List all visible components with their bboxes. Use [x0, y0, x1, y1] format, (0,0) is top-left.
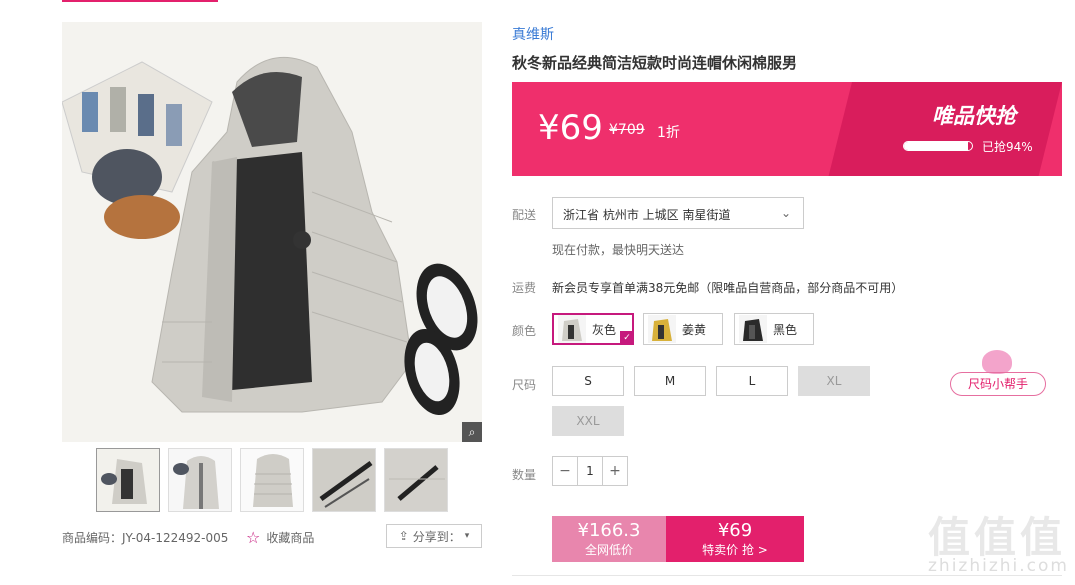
sold-progress-fill: [904, 142, 968, 150]
share-label: 分享到：: [412, 529, 461, 544]
quantity-input[interactable]: 1: [577, 457, 603, 485]
thumbnail-5[interactable]: [384, 448, 448, 512]
address-value: 浙江省 杭州市 上城区 南星街道: [563, 208, 731, 222]
star-icon: ☆: [246, 528, 261, 547]
discount-label: 1折: [657, 125, 680, 141]
buy-now-button[interactable]: ¥69 特卖价 抢 >: [666, 516, 804, 562]
thumbnail-3[interactable]: [240, 448, 304, 512]
thumbnail-4[interactable]: [312, 448, 376, 512]
color-swatch-gray: [558, 315, 586, 343]
size-helper-button[interactable]: 尺码小帮手: [950, 372, 1046, 396]
main-product-image[interactable]: ⌕: [62, 22, 482, 442]
sold-progress-bar: [903, 141, 973, 151]
size-option-s[interactable]: S: [552, 366, 624, 396]
thumbnail-strip: [96, 448, 448, 512]
mascot-icon: [982, 350, 1012, 374]
size-label: 尺码: [512, 378, 537, 392]
check-icon: ✓: [620, 331, 634, 345]
address-select[interactable]: 浙江省 杭州市 上城区 南星街道 ⌄: [552, 197, 804, 229]
share-dropdown[interactable]: ⇪ 分享到： ▾: [386, 524, 482, 548]
color-swatch-ginger: [648, 315, 676, 343]
sku-code: 商品编码：JY-04-122492-005: [62, 531, 229, 545]
size-option-xl: XL: [798, 366, 870, 396]
color-option-ginger[interactable]: 姜黄: [643, 313, 723, 345]
thumbnail-1[interactable]: [96, 448, 160, 512]
caret-down-icon: ▾: [464, 531, 470, 541]
size-option-m[interactable]: M: [634, 366, 706, 396]
watermark-url: zhizhizhi.com: [928, 556, 1069, 576]
favorite-button[interactable]: ☆ 收藏商品: [246, 528, 314, 547]
delivery-label: 配送: [512, 208, 537, 222]
shipping-text: 新会员专享首单满38元免邮（限唯品自营商品，部分商品不可用）: [552, 281, 904, 295]
color-swatch-black: [739, 315, 767, 343]
favorite-label: 收藏商品: [266, 531, 315, 545]
brand-link[interactable]: 真维斯: [512, 24, 554, 44]
sold-percent: 已抢94%: [982, 140, 1033, 154]
flash-sale-label: 唯品快抢: [932, 104, 1016, 128]
color-option-label: 姜黄: [682, 322, 707, 337]
sale-price: ¥69: [538, 108, 603, 148]
buy-price: ¥69: [717, 520, 753, 541]
net-low-price-button[interactable]: ¥166.3 全网低价: [552, 516, 666, 562]
quantity-stepper: − 1 +: [552, 456, 628, 486]
net-price-label: 全网低价: [584, 543, 633, 557]
color-label: 颜色: [512, 324, 537, 338]
quantity-label: 数量: [512, 468, 537, 482]
product-meta-row: 商品编码：JY-04-122492-005 ☆ 收藏商品 ⇪ 分享到： ▾: [62, 524, 482, 550]
size-option-l[interactable]: L: [716, 366, 788, 396]
buy-label: 特卖价 抢 >: [702, 543, 768, 557]
jacket-photo: [62, 22, 482, 442]
active-tab-indicator: [62, 0, 218, 2]
delivery-note: 现在付款，最快明天送达: [552, 243, 685, 257]
color-option-black[interactable]: 黑色: [734, 313, 814, 345]
product-title: 秋冬新品经典简洁短款时尚连帽休闲棉服男: [512, 54, 798, 72]
color-option-label: 黑色: [773, 322, 798, 337]
share-icon: ⇪: [398, 529, 409, 543]
color-option-label: 灰色: [592, 322, 617, 337]
quantity-decrease-button[interactable]: −: [553, 457, 577, 485]
flash-sale-banner: ¥69 ¥709 1折 唯品快抢 已抢94%: [512, 82, 1062, 176]
original-price: ¥709: [609, 122, 645, 138]
chevron-down-icon: ⌄: [780, 206, 791, 220]
quantity-increase-button[interactable]: +: [603, 457, 627, 485]
shipping-label: 运费: [512, 281, 537, 295]
color-option-gray[interactable]: 灰色 ✓: [552, 313, 634, 345]
size-option-xxl: XXL: [552, 406, 624, 436]
thumbnail-2[interactable]: [168, 448, 232, 512]
net-price: ¥166.3: [577, 520, 641, 541]
zoom-icon[interactable]: ⌕: [462, 422, 482, 442]
